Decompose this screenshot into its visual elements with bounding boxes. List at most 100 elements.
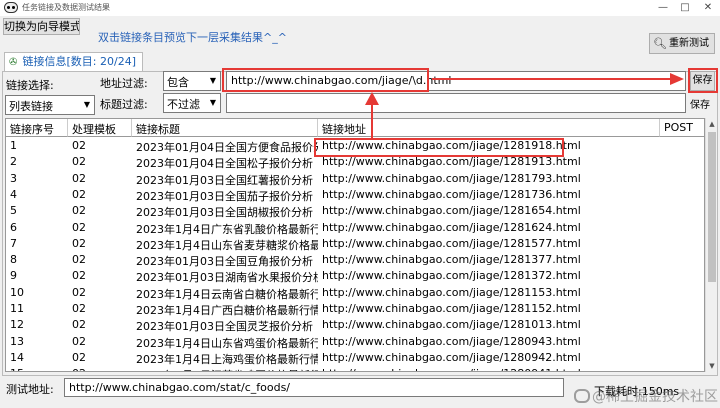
table-row[interactable]: 13 02 2023年1月4日山东省鸡蛋价格最新行... http://www.chi… [6, 334, 704, 350]
column-header-url[interactable]: 链接地址 [318, 119, 660, 137]
app-logo-icon [4, 2, 18, 13]
table-row[interactable]: 11 02 2023年1月4日广西白糖价格最新行情... http://www.chi… [6, 301, 704, 317]
cell-title: 2023年01月03日全国胡椒报价分析 [136, 206, 313, 220]
title-filter-input[interactable] [226, 93, 686, 113]
cell-no: 9 [10, 269, 17, 283]
minimize-button[interactable]: — [652, 0, 674, 16]
link-select-dropdown[interactable]: 列表链接 ▼ [5, 95, 95, 115]
cell-no: 1 [10, 139, 17, 152]
cell-title: 2023年01月04日全国方便食品报价分... [136, 141, 318, 154]
retest-label: 重新测试 [669, 38, 709, 49]
cell-url: http://www.chinabgao.com/jiage/1281577.h… [322, 236, 581, 250]
cell-post [660, 350, 704, 366]
window-title: 任务链接及数据测试结果 [22, 3, 110, 12]
close-button[interactable]: ✕ [697, 0, 719, 16]
cell-post [660, 268, 704, 284]
cell-tpl: 02 [72, 318, 86, 332]
cell-url: http://www.chinabgao.com/jiage/1281624.h… [322, 220, 581, 234]
cell-url: http://www.chinabgao.com/jiage/1281152.h… [322, 302, 581, 315]
table-row[interactable]: 6 02 2023年1月4日广东省乳酸价格最新行... http://www.chin… [6, 220, 704, 236]
table-row[interactable]: 10 02 2023年1月4日云南省白糖价格最新行... http://www.chi… [6, 285, 704, 301]
cell-url: http://www.chinabgao.com/jiage/1281736.h… [322, 187, 581, 201]
cell-tpl: 02 [72, 302, 86, 315]
annotation-arrowhead-up [365, 92, 379, 105]
cell-url: http://www.chinabgao.com/jiage/1281793.h… [322, 171, 581, 185]
test-url-input[interactable]: http://www.chinabgao.com/stat/c_foods/ [64, 378, 564, 397]
table-row[interactable]: 4 02 2023年01月03日全国茄子报价分析 http://www.chinabg… [6, 187, 704, 203]
scroll-down-icon[interactable]: ▼ [706, 360, 718, 372]
table-row[interactable]: 7 02 2023年1月4日山东省麦芽糖浆价格最... http://www.chin… [6, 236, 704, 252]
table-row[interactable]: 3 02 2023年01月03日全国红薯报价分析 http://www.chinabg… [6, 171, 704, 187]
title-filter-mode-select[interactable]: 不过滤 ▼ [163, 93, 221, 113]
cell-title: 2023年1月4日广东省乳酸价格最新行... [136, 222, 318, 236]
cell-url: http://www.chinabgao.com/jiage/1281654.h… [322, 204, 581, 218]
url-filter-label: 地址过滤: [100, 77, 148, 90]
column-header-post[interactable]: POST [660, 119, 704, 137]
cell-post [660, 285, 704, 301]
retest-button[interactable]: 🔍︎ 重新测试 [649, 33, 715, 54]
maximize-button[interactable]: □ [674, 0, 696, 16]
url-filter-mode-value: 包含 [167, 76, 189, 89]
table-row[interactable]: 8 02 2023年01月03日全国豆角报价分析 http://www.chinabg… [6, 252, 704, 269]
cell-tpl: 02 [72, 334, 86, 348]
cell-post [660, 236, 704, 252]
cell-title: 2023年1月4日山东省鸡蛋价格最新行... [136, 336, 318, 350]
cell-tpl: 02 [72, 171, 86, 185]
table-row[interactable]: 12 02 2023年01月03日全国灵芝报价分析 http://www.chinab… [6, 317, 704, 333]
column-header-template[interactable]: 处理模板 [68, 119, 132, 137]
cell-title: 2023年1月4日江苏省鸡蛋价格最新行... [132, 366, 318, 371]
table-row[interactable]: 5 02 2023年01月03日全国胡椒报价分析 http://www.chinabg… [6, 203, 704, 220]
test-url-label: 测试地址: [6, 383, 54, 396]
cell-tpl: 02 [72, 139, 86, 152]
cell-tpl: 02 [72, 236, 86, 250]
cell-tpl: 02 [72, 269, 86, 283]
cell-no: 11 [10, 302, 24, 315]
annotation-arrow-to-save [432, 78, 672, 80]
save-title-filter-button[interactable]: 保存 [690, 96, 710, 111]
column-header-link-no[interactable]: 链接序号 [6, 119, 68, 137]
cell-tpl: 02 [72, 155, 86, 169]
cell-post [660, 317, 704, 333]
scrollbar-thumb[interactable] [708, 132, 716, 282]
url-filter-mode-select[interactable]: 包含 ▼ [163, 71, 221, 91]
switch-wizard-mode-button[interactable]: 切换为向导模式 [3, 18, 80, 35]
table-row[interactable]: 9 02 2023年01月03日湖南省水果报价分析 http://www.chinab… [6, 268, 704, 284]
cell-tpl: 02 [72, 285, 86, 299]
cell-tpl: 02 [72, 220, 86, 234]
annotation-box-save [688, 68, 718, 93]
cell-post [660, 220, 704, 236]
cell-no: 7 [10, 236, 17, 250]
cell-title: 2023年01月03日全国豆角报价分析 [136, 255, 313, 269]
cell-no: 8 [10, 253, 17, 267]
cell-post [660, 138, 704, 154]
table-row[interactable]: 15022023年1月4日江苏省鸡蛋价格最新行...http://www.chi… [6, 366, 704, 371]
table-vertical-scrollbar[interactable]: ▲ ▼ [705, 118, 717, 372]
cell-no: 5 [10, 204, 17, 218]
cell-post [660, 154, 704, 170]
cell-post [660, 334, 704, 350]
cell-no: 13 [10, 334, 24, 348]
watermark-text: @稀土掘金技术社区 [592, 389, 718, 405]
scroll-up-icon[interactable]: ▲ [706, 118, 718, 130]
link-select-value: 列表链接 [9, 100, 53, 113]
cell-title: 2023年1月4日山东省麦芽糖浆价格最... [136, 238, 318, 252]
title-filter-label: 标题过滤: [100, 98, 148, 111]
tab-label: 链接信息[数目: 20/24] [22, 55, 137, 68]
cell-no: 12 [10, 318, 24, 332]
cell-post [660, 171, 704, 187]
cell-title: 2023年1月4日广西白糖价格最新行情... [136, 304, 318, 317]
magnifier-icon: 🔍︎ [653, 37, 667, 50]
cell-url: http://www.chinabgao.com/jiage/1281372.h… [322, 269, 581, 283]
column-header-title[interactable]: 链接标题 [132, 119, 318, 137]
tab-link-info[interactable]: ✇ 链接信息[数目: 20/24] [4, 52, 143, 72]
table-row[interactable]: 14 02 2023年1月4日上海鸡蛋价格最新行情... http://www.chi… [6, 350, 704, 366]
cell-post [660, 301, 704, 317]
title-filter-mode-value: 不过滤 [167, 98, 200, 111]
cell-tpl: 02 [72, 350, 86, 364]
link-select-label: 链接选择: [6, 79, 54, 92]
cell-title: 2023年01月03日全国茄子报价分析 [136, 189, 313, 203]
annotation-arrowhead-right [670, 73, 684, 85]
cell-no: 3 [10, 171, 17, 185]
watermark-logo-icon [574, 389, 590, 403]
chevron-down-icon: ▼ [206, 94, 220, 112]
